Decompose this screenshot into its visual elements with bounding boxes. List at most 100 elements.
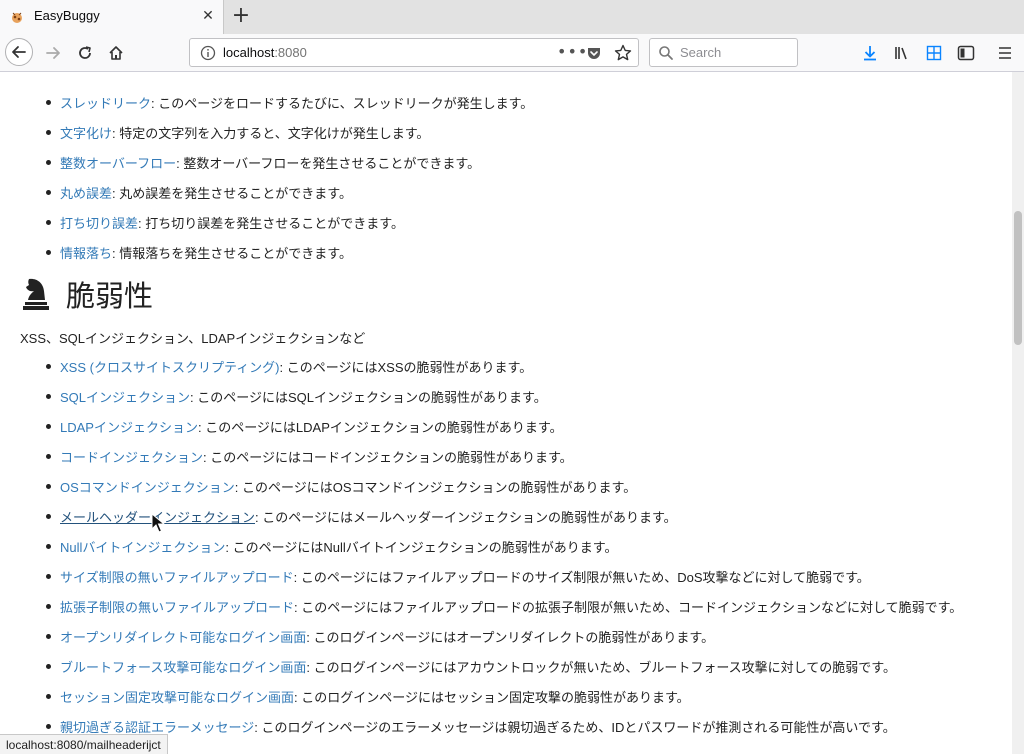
- list-item-link[interactable]: 親切過ぎる認証エラーメッセージ: [60, 720, 254, 735]
- list-item-description: : 情報落ちを発生させることができます。: [112, 246, 352, 261]
- bullet-icon: [46, 160, 51, 166]
- list-item-link[interactable]: Nullバイトインジェクション: [60, 540, 225, 555]
- list-item-description: : このページにはファイルアップロードのサイズ制限が無いため、DoS攻撃などに対…: [293, 570, 870, 585]
- bullet-icon: [46, 484, 51, 490]
- containers-button[interactable]: [919, 38, 949, 68]
- list-item: サイズ制限の無いファイルアップロード: このページにはファイルアップロードのサイ…: [46, 567, 870, 586]
- bullet-icon: [46, 220, 51, 226]
- reload-icon: [79, 46, 91, 59]
- list-item-description: : 特定の文字列を入力すると、文字化けが発生します。: [112, 126, 430, 141]
- bullet-icon: [46, 604, 51, 610]
- list-item-link[interactable]: サイズ制限の無いファイルアップロード: [60, 570, 294, 585]
- list-item: 丸め誤差: 丸め誤差を発生させることができます。: [46, 183, 352, 202]
- list-item-link[interactable]: 情報落ち: [60, 246, 112, 261]
- list-item-description: : このページにはNullバイトインジェクションの脆弱性があります。: [225, 540, 618, 555]
- downloads-button[interactable]: [855, 38, 885, 68]
- list-item-link[interactable]: オープンリダイレクト可能なログイン画面: [60, 630, 306, 645]
- list-item-link[interactable]: 整数オーバーフロー: [60, 156, 176, 171]
- search-input[interactable]: Search: [649, 38, 798, 67]
- home-button[interactable]: [101, 38, 131, 68]
- forward-button[interactable]: [38, 38, 68, 68]
- list-item-description: : このログインページにはオープンリダイレクトの脆弱性があります。: [306, 630, 715, 645]
- url-host: localhost: [223, 45, 275, 60]
- navigation-toolbar: localhost:8080 ••• Search: [0, 34, 1024, 72]
- library-icon: [895, 47, 907, 60]
- list-item-description: : このログインページにはセッション固定攻撃の脆弱性があります。: [294, 690, 690, 705]
- new-tab-button[interactable]: +: [230, 5, 252, 27]
- bullet-icon: [46, 130, 51, 136]
- list-item-link[interactable]: XSS (クロスサイトスクリプティング): [60, 360, 280, 375]
- list-item: 整数オーバーフロー: 整数オーバーフローを発生させることができます。: [46, 153, 480, 172]
- list-item-description: : このページにはXSSの脆弱性があります。: [279, 360, 533, 375]
- list-item-link[interactable]: セッション固定攻撃可能なログイン画面: [60, 690, 294, 705]
- list-item-description: : このページにはLDAPインジェクションの脆弱性があります。: [197, 420, 563, 435]
- grid-icon: [926, 45, 942, 61]
- list-item-link[interactable]: 拡張子制限の無いファイルアップロード: [60, 600, 294, 615]
- vertical-scrollbar[interactable]: [1012, 72, 1024, 754]
- bullet-icon: [46, 100, 51, 106]
- list-item-link[interactable]: OSコマンドインジェクション: [60, 480, 235, 495]
- hamburger-menu-icon: [999, 47, 1011, 59]
- home-icon: [109, 46, 123, 60]
- list-item: メールヘッダーインジェクション: このページにはメールヘッダーインジェクションの…: [46, 507, 677, 526]
- tab-title: EasyBuggy: [34, 8, 100, 23]
- bookmark-star-icon[interactable]: [614, 44, 632, 62]
- list-item-description: : このページをロードするたびに、スレッドリークが発生します。: [151, 96, 534, 111]
- list-item: XSS (クロスサイトスクリプティング): このページにはXSSの脆弱性がありま…: [46, 357, 532, 376]
- tab-easybuggy[interactable]: EasyBuggy ✕: [0, 0, 224, 34]
- close-tab-icon[interactable]: ✕: [199, 7, 217, 25]
- bullet-icon: [46, 190, 51, 196]
- list-item-link[interactable]: 文字化け: [60, 126, 112, 141]
- bullet-icon: [46, 544, 51, 550]
- list-item-link[interactable]: SQLインジェクション: [60, 390, 190, 405]
- back-button[interactable]: [5, 38, 33, 66]
- search-placeholder: Search: [680, 45, 722, 60]
- page-content: スレッドリーク: このページをロードするたびに、スレッドリークが発生します。文字…: [0, 72, 1012, 754]
- arrow-right-icon: [46, 47, 60, 59]
- scrollbar-thumb[interactable]: [1014, 211, 1022, 345]
- list-item-link[interactable]: LDAPインジェクション: [60, 420, 198, 435]
- info-icon[interactable]: [200, 45, 216, 61]
- bullet-icon: [46, 574, 51, 580]
- sidebar-button[interactable]: [951, 38, 981, 68]
- list-item: 情報落ち: 情報落ちを発生させることができます。: [46, 243, 352, 262]
- list-item: オープンリダイレクト可能なログイン画面: このログインページにはオープンリダイレ…: [46, 627, 714, 646]
- list-item-description: : このページにはコードインジェクションの脆弱性があります。: [203, 450, 573, 465]
- list-item: セッション固定攻撃可能なログイン画面: このログインページにはセッション固定攻撃…: [46, 687, 690, 706]
- library-button[interactable]: [887, 38, 917, 68]
- bullet-icon: [46, 694, 51, 700]
- list-item-description: : 丸め誤差を発生させることができます。: [112, 186, 352, 201]
- list-item-link[interactable]: 打ち切り誤差: [60, 216, 138, 231]
- list-item: コードインジェクション: このページにはコードインジェクションの脆弱性があります…: [46, 447, 573, 466]
- tab-strip: EasyBuggy ✕ +: [0, 0, 1024, 34]
- list-item-link[interactable]: ブルートフォース攻撃可能なログイン画面: [60, 660, 306, 675]
- page-actions-icon[interactable]: •••: [557, 42, 588, 61]
- list-item-link[interactable]: コードインジェクション: [60, 450, 203, 465]
- list-item-description: : 整数オーバーフローを発生させることができます。: [176, 156, 481, 171]
- list-item-description: : このログインページにはアカウントロックが無いため、ブルートフォース攻撃に対し…: [306, 660, 896, 675]
- list-item-description: : このログインページのエラーメッセージは親切過ぎるため、IDとパスワードが推測…: [254, 720, 896, 735]
- search-icon: [659, 46, 673, 60]
- bullet-icon: [46, 514, 51, 520]
- list-item-link[interactable]: 丸め誤差: [60, 186, 112, 201]
- reload-button[interactable]: [70, 38, 100, 68]
- bullet-icon: [46, 364, 51, 370]
- bug-favicon-icon: [12, 12, 22, 23]
- list-item: SQLインジェクション: このページにはSQLインジェクションの脆弱性があります…: [46, 387, 547, 406]
- bullet-icon: [46, 394, 51, 400]
- url-port: :8080: [274, 45, 307, 60]
- pocket-icon[interactable]: [586, 45, 602, 61]
- section-description: XSS、SQLインジェクション、LDAPインジェクションなど: [20, 331, 366, 346]
- url-bar[interactable]: localhost:8080 •••: [189, 38, 639, 67]
- bullet-icon: [46, 250, 51, 256]
- url-text[interactable]: localhost:8080: [223, 45, 307, 60]
- bullet-icon: [46, 664, 51, 670]
- list-item-description: : 打ち切り誤差を発生させることができます。: [138, 216, 404, 231]
- list-item-link[interactable]: スレッドリーク: [60, 96, 151, 111]
- list-item: ブルートフォース攻撃可能なログイン画面: このログインページにはアカウントロック…: [46, 657, 896, 676]
- list-item: 打ち切り誤差: 打ち切り誤差を発生させることができます。: [46, 213, 404, 232]
- menu-button[interactable]: [990, 38, 1020, 68]
- list-item-description: : このページにはOSコマンドインジェクションの脆弱性があります。: [234, 480, 637, 495]
- chess-knight-icon: [23, 278, 49, 310]
- section-title: 脆弱性: [66, 279, 154, 313]
